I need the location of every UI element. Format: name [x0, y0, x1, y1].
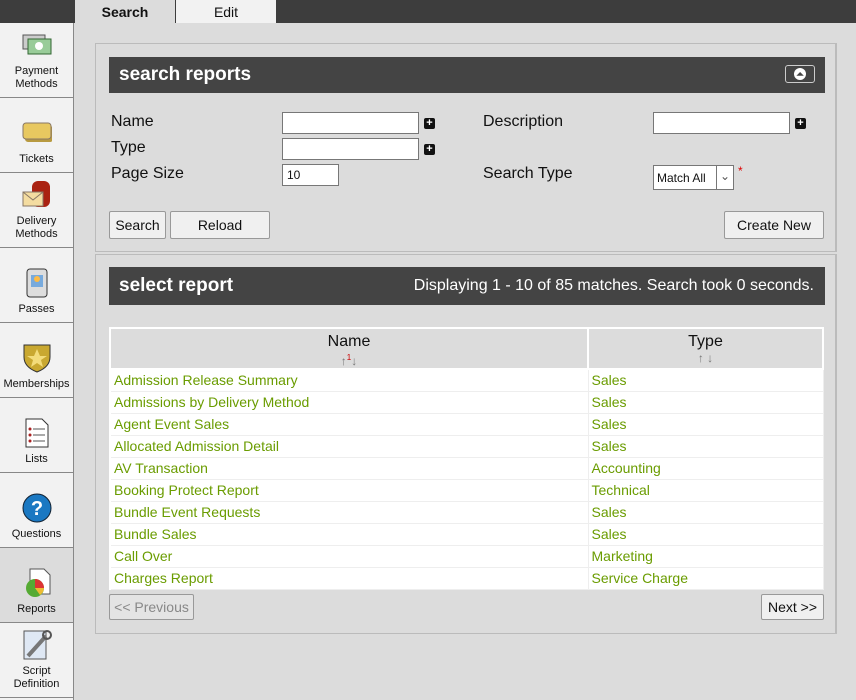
report-type: Sales — [587, 522, 824, 546]
column-header-name[interactable]: Name ↑1↓ — [109, 327, 589, 370]
sort-desc-icon[interactable]: ↓ — [351, 354, 357, 368]
report-type: Sales — [587, 500, 824, 524]
type-label: Type — [111, 139, 146, 156]
report-name-link[interactable]: Bundle Event Requests — [109, 500, 589, 524]
panel-title: search reports — [119, 64, 252, 85]
script-icon — [22, 629, 52, 661]
sidebar-item-script-definition[interactable]: Script Definition — [0, 623, 73, 698]
mailbox-icon — [22, 179, 52, 211]
report-name-link[interactable]: Agent Event Sales — [109, 412, 589, 436]
report-type: Marketing — [587, 544, 824, 568]
report-name-link[interactable]: Charges Report — [109, 566, 589, 590]
search-header: search reports ⏶ — [109, 57, 825, 93]
panel-title: select report — [119, 275, 234, 296]
create-new-button[interactable]: Create New — [724, 211, 824, 239]
sidebar-item-tickets[interactable]: Tickets — [0, 98, 73, 173]
table-row[interactable]: Agent Event Sales Sales — [109, 412, 824, 436]
ticket-icon — [22, 117, 52, 149]
next-button[interactable]: Next >> — [761, 594, 824, 620]
shield-star-icon — [22, 342, 52, 374]
description-input[interactable] — [653, 112, 790, 134]
report-name-link[interactable]: Admissions by Delivery Method — [109, 390, 589, 414]
results-header: select report Displaying 1 - 10 of 85 ma… — [109, 267, 825, 305]
search-type-value: Match All — [657, 171, 706, 185]
tab-search[interactable]: Search — [75, 0, 175, 23]
report-name-link[interactable]: Admission Release Summary — [109, 368, 589, 392]
sort-desc-icon[interactable]: ↓ — [707, 351, 713, 365]
collapse-icon[interactable]: ⏶ — [785, 65, 815, 83]
report-name-link[interactable]: Booking Protect Report — [109, 478, 589, 502]
report-type: Sales — [587, 368, 824, 392]
table-row[interactable]: Bundle Sales Sales — [109, 522, 824, 546]
page-size-input[interactable]: 10 — [282, 164, 339, 186]
sidebar-item-label: Passes — [18, 303, 55, 315]
tab-edit[interactable]: Edit — [176, 0, 276, 23]
table-row[interactable]: Call Over Marketing — [109, 544, 824, 568]
sidebar-item-label: Delivery Methods — [15, 215, 58, 240]
report-type: Technical — [587, 478, 824, 502]
table-row[interactable]: Charges Report Service Charge — [109, 566, 824, 590]
add-name-icon[interactable]: + — [424, 118, 435, 129]
sidebar-item-questions[interactable]: ? Questions — [0, 473, 73, 548]
sidebar-item-payment-methods[interactable]: Payment Methods — [0, 23, 73, 98]
type-input[interactable] — [282, 138, 419, 160]
sidebar-item-label: Lists — [25, 453, 48, 465]
previous-button[interactable]: << Previous — [109, 594, 194, 620]
payment-icon — [22, 29, 52, 61]
sidebar-item-label: Tickets — [19, 153, 54, 165]
sidebar-item-label: Questions — [11, 528, 62, 540]
results-panel: select report Displaying 1 - 10 of 85 ma… — [95, 254, 837, 634]
sidebar-item-delivery-methods[interactable]: Delivery Methods — [0, 173, 73, 248]
sidebar-item-label: Memberships — [3, 378, 70, 390]
name-input[interactable] — [282, 112, 419, 134]
chevron-down-icon[interactable]: ⌄ — [716, 166, 733, 189]
report-name-link[interactable]: Allocated Admission Detail — [109, 434, 589, 458]
table-row[interactable]: Admissions by Delivery Method Sales — [109, 390, 824, 414]
results-status: Displaying 1 - 10 of 85 matches. Search … — [413, 277, 814, 294]
table-row[interactable]: AV Transaction Accounting — [109, 456, 824, 480]
search-type-select[interactable]: Match All ⌄ — [653, 165, 734, 190]
search-type-label: Search Type — [483, 165, 573, 182]
report-type: Service Charge — [587, 566, 824, 590]
page-size-label: Page Size — [111, 165, 184, 182]
list-icon — [22, 417, 52, 449]
add-description-icon[interactable]: + — [795, 118, 806, 129]
sidebar-item-passes[interactable]: Passes — [0, 248, 73, 323]
sidebar: Payment Methods Tickets Delivery Methods… — [0, 23, 74, 700]
svg-text:?: ? — [30, 498, 42, 520]
sidebar-item-reports[interactable]: Reports — [0, 548, 73, 623]
description-label: Description — [483, 113, 564, 130]
question-icon: ? — [22, 492, 52, 524]
pass-icon — [22, 267, 52, 299]
table-row[interactable]: Admission Release Summary Sales — [109, 368, 824, 392]
reload-button[interactable]: Reload — [170, 211, 270, 239]
sort-asc-icon[interactable]: ↑ — [698, 351, 704, 365]
column-header-type[interactable]: Type ↑ ↓ — [587, 327, 824, 370]
column-label: Name — [327, 333, 371, 350]
sidebar-item-label: Reports — [17, 603, 56, 615]
table-row[interactable]: Booking Protect Report Technical — [109, 478, 824, 502]
report-type: Sales — [587, 412, 824, 436]
report-name-link[interactable]: Call Over — [109, 544, 589, 568]
column-label: Type — [688, 333, 723, 350]
name-label: Name — [111, 113, 154, 130]
sidebar-item-memberships[interactable]: Memberships — [0, 323, 73, 398]
report-name-link[interactable]: AV Transaction — [109, 456, 589, 480]
search-panel: search reports ⏶ Name + Type + Page Size… — [95, 43, 837, 252]
sidebar-item-label: Script Definition — [13, 665, 60, 690]
search-button[interactable]: Search — [109, 211, 166, 239]
table-row[interactable]: Allocated Admission Detail Sales — [109, 434, 824, 458]
sidebar-item-label: Payment Methods — [14, 65, 59, 90]
report-type: Sales — [587, 390, 824, 414]
report-type: Sales — [587, 434, 824, 458]
sidebar-item-lists[interactable]: Lists — [0, 398, 73, 473]
table-row[interactable]: Bundle Event Requests Sales — [109, 500, 824, 524]
report-name-link[interactable]: Bundle Sales — [109, 522, 589, 546]
required-mark: * — [738, 164, 743, 178]
pie-chart-icon — [22, 567, 52, 599]
add-type-icon[interactable]: + — [424, 144, 435, 155]
report-type: Accounting — [587, 456, 824, 480]
reports-table: Name ↑1↓ Type ↑ ↓ Admission Release Summar… — [109, 327, 824, 590]
